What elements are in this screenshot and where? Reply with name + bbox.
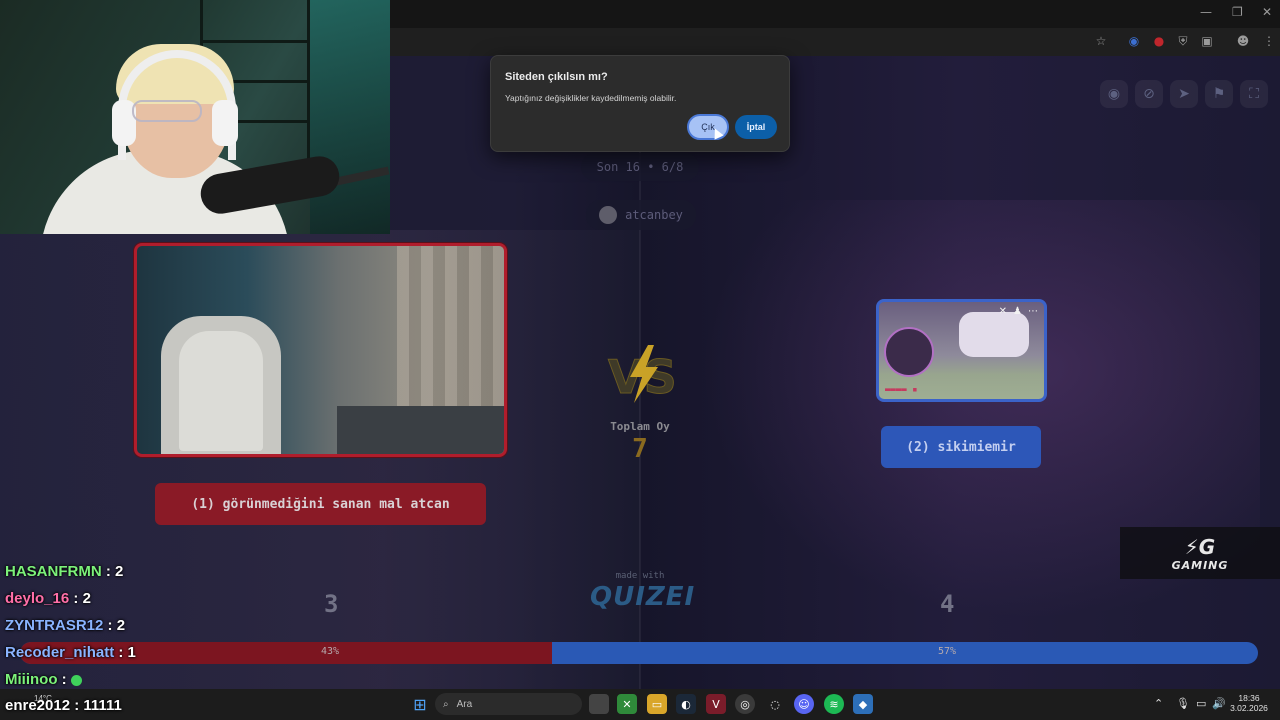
send-icon[interactable]: ➤ (1170, 80, 1198, 108)
discord-icon[interactable]: ☺ (794, 694, 814, 714)
chat-message: deylo_16 : 2 (5, 590, 91, 607)
video-controls[interactable]: ✕ ♟ ⋯ (999, 306, 1038, 317)
taskbar-search[interactable]: ⌕ Ara (435, 693, 582, 715)
option1-percent: 43% (321, 646, 340, 657)
puzzle-icon[interactable]: ▣ (1200, 34, 1214, 48)
video-tag-icon: ▬▬▬▬ ▪ (885, 385, 918, 395)
video-avatar (884, 327, 934, 377)
video-chair-back (179, 331, 263, 451)
close-icon[interactable]: ✕ (999, 306, 1007, 317)
quizei-logo: QUIZEI (590, 582, 696, 612)
microphone-tray-icon[interactable]: 🎙 (1176, 697, 1190, 710)
record-extension-icon[interactable]: ● (1152, 34, 1166, 48)
leave-button[interactable]: Çık (687, 114, 729, 140)
chat-text: 1 (127, 644, 136, 661)
xbox-icon[interactable]: ✕ (617, 694, 637, 714)
host-name: atcanbey (625, 208, 683, 222)
volume-icon[interactable]: 🔊 (1212, 697, 1226, 710)
menu-icon[interactable]: ⋮ (1262, 34, 1276, 48)
streamer-webcam (0, 0, 390, 234)
chevron-up-icon[interactable]: ⌃ (1154, 697, 1163, 710)
chrome-icon[interactable]: ◎ (735, 694, 755, 714)
chat-text: 11111 (83, 697, 122, 714)
settings-app-icon[interactable]: ◆ (853, 694, 873, 714)
chat-text: 2 (116, 617, 126, 634)
app-icon[interactable]: ◌ (765, 694, 785, 714)
chat-message: Recoder_nihatt : 1 (5, 644, 136, 661)
steam-icon[interactable]: ◐ (676, 694, 696, 714)
network-icon[interactable]: ▭ (1196, 697, 1206, 710)
chat-user: enre2012 (5, 697, 71, 714)
round-info: Son 16 • 6/8 (596, 160, 684, 174)
flag-icon[interactable]: ⚑ (1205, 80, 1233, 108)
profile-icon[interactable]: ☻ (1236, 34, 1250, 48)
option2-label[interactable]: (2) sikimiemir (881, 426, 1041, 468)
chat-message: ZYNTRASR12 : 2 (5, 617, 126, 634)
search-placeholder: Ara (456, 698, 473, 710)
chat-message: Miiinoo : (5, 671, 82, 688)
webcam-light (310, 0, 390, 234)
vote-progress-bar: 43% 57% (20, 642, 1258, 664)
total-votes-label: Toplam Oy (610, 420, 670, 433)
bookmark-star-icon[interactable]: ☆ (1094, 34, 1108, 48)
clock-time: 18:36 (1238, 693, 1260, 703)
host-badge: atcanbey (586, 200, 696, 230)
chat-message: enre2012 : 11111 (5, 697, 122, 714)
taskbar-clock[interactable]: 18:36 3.02.2026 (1229, 693, 1269, 713)
chat-user: ZYNTRASR12 (5, 617, 104, 634)
webcam-earcup-right (212, 100, 238, 146)
browser-toolbar (390, 28, 1280, 56)
chat-user: deylo_16 (5, 590, 70, 607)
link-icon[interactable]: ⊘ (1135, 80, 1163, 108)
chat-user: HASANFRMN (5, 563, 102, 580)
dialog-title: Siteden çıkılsın mı? (505, 71, 608, 83)
more-icon[interactable]: ⋯ (1028, 306, 1038, 317)
option1-label[interactable]: (1) görünmediğini sanan mal atcan (155, 483, 486, 525)
total-votes-value: 7 (632, 434, 648, 464)
chat-message: HASANFRMN : 2 (5, 563, 124, 580)
webcam-glasses (132, 100, 202, 122)
windows-taskbar (0, 689, 1280, 720)
option1-video[interactable] (134, 243, 507, 457)
extension-icon[interactable]: ◉ (1127, 34, 1141, 48)
gaming-logo-icon: ⚡G (1184, 534, 1216, 559)
task-view-icon[interactable] (589, 694, 609, 714)
emote-icon (70, 674, 82, 686)
option1-vote-count: 3 (324, 590, 339, 618)
option2-percent: 57% (938, 646, 957, 657)
close-icon[interactable]: ✕ (1262, 5, 1272, 19)
cancel-button[interactable]: İptal (735, 115, 777, 139)
video-desk (337, 406, 504, 454)
maximize-icon[interactable]: ❐ (1232, 5, 1243, 19)
option2-video[interactable]: ✕ ♟ ⋯ ▬▬▬▬ ▪ (876, 299, 1047, 402)
option2-vote-count: 4 (940, 590, 955, 618)
browser-titlebar: — ❐ ✕ (390, 0, 1280, 28)
round-indicator: Son 16 • 6/8 (581, 153, 699, 181)
made-with-label: made with (615, 571, 665, 581)
user-icon[interactable]: ♟ (1013, 306, 1022, 317)
file-explorer-icon[interactable]: ▭ (647, 694, 667, 714)
fullscreen-icon[interactable]: ⛶ (1240, 80, 1268, 108)
avatar (599, 206, 618, 224)
minimize-icon[interactable]: — (1200, 5, 1212, 19)
chat-user: Recoder_nihatt (5, 644, 115, 661)
screen: — ❐ ✕ ☆ ◉ ● ⛨ ▣ ☻ ⋮ ◉ ⊘ ➤ ⚑ ⛶ Son 16 • 6… (0, 0, 1280, 720)
chat-text: 2 (82, 590, 91, 607)
spotify-icon[interactable]: ≋ (824, 694, 844, 714)
dialog-message: Yaptığınız değişiklikler kaydedilmemiş o… (505, 93, 677, 103)
valorant-icon[interactable]: V (706, 694, 726, 714)
chat-text: 2 (115, 563, 124, 580)
search-icon: ⌕ (443, 698, 449, 710)
video-figure (959, 312, 1029, 357)
leave-site-dialog: Siteden çıkılsın mı? Yaptığınız değişikl… (490, 55, 790, 152)
vs-lightning-icon: VS (608, 345, 677, 405)
sponsor-logo: ⚡G GAMING (1120, 527, 1280, 579)
shield-icon[interactable]: ⛨ (1176, 34, 1190, 48)
clock-date: 3.02.2026 (1230, 703, 1268, 713)
sponsor-name: GAMING (1171, 558, 1229, 572)
chat-user: Miiinoo (5, 671, 58, 688)
windows-start-icon[interactable]: ⊞ (410, 694, 430, 714)
eye-icon[interactable]: ◉ (1100, 80, 1128, 108)
